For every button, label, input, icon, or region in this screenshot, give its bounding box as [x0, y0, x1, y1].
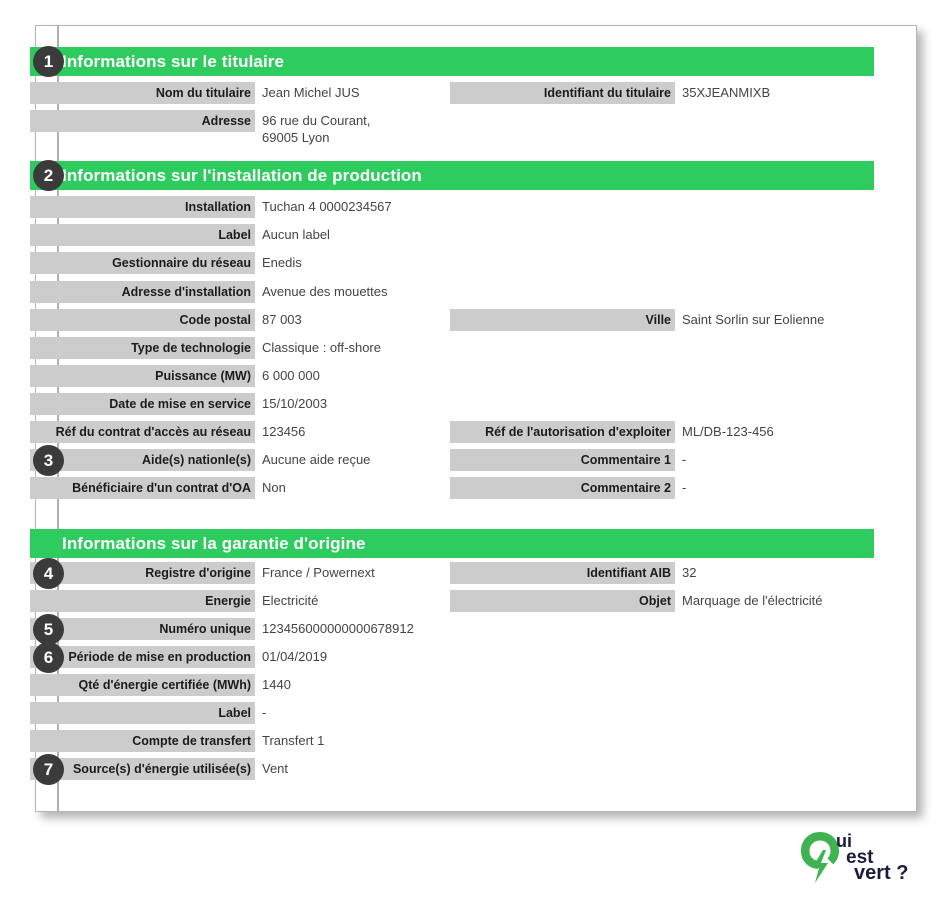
field-value-nom-du-titulaire: Jean Michel JUS: [262, 85, 360, 100]
field-label-type-de-technologie: Type de technologie: [30, 337, 255, 359]
field-value-commentaire-1: -: [682, 452, 687, 467]
field-row-numero-unique: Numéro unique 123456000000000678912: [30, 618, 450, 640]
field-value-label-installation: Aucun label: [262, 227, 330, 242]
field-label-label-installation: Label: [30, 224, 255, 246]
section-header-installation: Informations sur l'installation de produ…: [30, 161, 874, 190]
step-bullet-4: 4: [33, 558, 64, 589]
step-bullet-7: 7: [33, 754, 64, 785]
field-value-aides-nationales: Aucune aide reçue: [262, 452, 371, 467]
field-row-identifiant-du-titulaire: Identifiant du titulaire 35XJEANMIXB: [450, 82, 870, 104]
field-label-objet: Objet: [450, 590, 675, 612]
field-row-adresse-installation: Adresse d'installation Avenue des mouett…: [30, 281, 450, 303]
field-value-label-go: -: [262, 705, 267, 720]
field-row-code-postal: Code postal 87 003: [30, 309, 450, 331]
field-value-periode-mise-en-production: 01/04/2019: [262, 649, 328, 664]
field-value-adresse-installation: Avenue des mouettes: [262, 284, 388, 299]
field-label-ref-autorisation-exploiter: Réf de l'autorisation d'exploiter: [450, 421, 675, 443]
field-label-adresse: Adresse: [30, 110, 255, 132]
field-row-commentaire-1: Commentaire 1 -: [450, 449, 870, 471]
field-label-commentaire-2: Commentaire 2: [450, 477, 675, 499]
field-row-ref-autorisation-exploiter: Réf de l'autorisation d'exploiter ML/DB-…: [450, 421, 870, 443]
field-value-identifiant-du-titulaire: 35XJEANMIXB: [682, 85, 771, 100]
field-row-installation: Installation Tuchan 4 0000234567: [30, 196, 450, 218]
field-value-compte-de-transfert: Transfert 1: [262, 733, 325, 748]
field-label-ville: Ville: [450, 309, 675, 331]
field-value-code-postal: 87 003: [262, 312, 302, 327]
step-bullet-1: 1: [33, 46, 64, 77]
field-value-ref-autorisation-exploiter: ML/DB-123-456: [682, 424, 774, 439]
field-label-date-de-mise-en-service: Date de mise en service: [30, 393, 255, 415]
field-label-puissance: Puissance (MW): [30, 365, 255, 387]
step-bullet-5: 5: [33, 614, 64, 645]
field-row-label-installation: Label Aucun label: [30, 224, 450, 246]
section-header-titulaire: Informations sur le titulaire: [30, 47, 874, 76]
field-value-numero-unique: 123456000000000678912: [262, 621, 414, 636]
field-label-identifiant-du-titulaire: Identifiant du titulaire: [450, 82, 675, 104]
field-label-compte-de-transfert: Compte de transfert: [30, 730, 255, 752]
field-value-energie: Electricité: [262, 593, 319, 608]
field-row-puissance: Puissance (MW) 6 000 000: [30, 365, 450, 387]
section-header-garantie-origine: Informations sur la garantie d'origine: [30, 529, 874, 558]
field-row-label-go: Label -: [30, 702, 450, 724]
field-value-gestionnaire-du-reseau: Enedis: [262, 255, 302, 270]
field-label-commentaire-1: Commentaire 1: [450, 449, 675, 471]
field-label-adresse-installation: Adresse d'installation: [30, 281, 255, 303]
field-label-energie: Energie: [30, 590, 255, 612]
field-value-ville: Saint Sorlin sur Eolienne: [682, 312, 825, 327]
field-value-type-de-technologie: Classique : off-shore: [262, 340, 381, 355]
step-bullet-2: 2: [33, 160, 64, 191]
field-row-adresse: Adresse 96 rue du Courant, 69005 Lyon: [30, 110, 450, 145]
field-value-registre-origine: France / Powernext: [262, 565, 375, 580]
field-row-date-de-mise-en-service: Date de mise en service 15/10/2003: [30, 393, 450, 415]
document-content: 1 Informations sur le titulaire Nom du t…: [0, 0, 882, 787]
field-row-registre-origine: Registre d'origine France / Powernext: [30, 562, 450, 584]
field-value-date-de-mise-en-service: 15/10/2003: [262, 396, 328, 411]
field-row-commentaire-2: Commentaire 2 -: [450, 477, 870, 499]
field-row-periode-mise-en-production: Période de mise en production 01/04/2019: [30, 646, 450, 668]
logo-q-mark: [801, 832, 839, 883]
field-label-gestionnaire-du-reseau: Gestionnaire du réseau: [30, 252, 255, 274]
field-label-code-postal: Code postal: [30, 309, 255, 331]
field-row-energie: Energie Electricité: [30, 590, 450, 612]
field-label-installation: Installation: [30, 196, 255, 218]
field-row-ville: Ville Saint Sorlin sur Eolienne: [450, 309, 870, 331]
field-label-ref-contrat-acces-reseau: Réf du contrat d'accès au réseau: [30, 421, 255, 443]
field-row-compte-de-transfert: Compte de transfert Transfert 1: [30, 730, 450, 752]
field-value-qte-energie-certifiee: 1440: [262, 677, 291, 692]
field-row-gestionnaire-du-reseau: Gestionnaire du réseau Enedis: [30, 252, 450, 274]
field-label-identifiant-aib: Identifiant AIB: [450, 562, 675, 584]
field-row-qte-energie-certifiee: Qté d'énergie certifiée (MWh) 1440: [30, 674, 450, 696]
field-row-aides-nationales: Aide(s) nationle(s) Aucune aide reçue: [30, 449, 450, 471]
field-label-nom-du-titulaire: Nom du titulaire: [30, 82, 255, 104]
field-row-type-de-technologie: Type de technologie Classique : off-shor…: [30, 337, 450, 359]
field-label-qte-energie-certifiee: Qté d'énergie certifiée (MWh): [30, 674, 255, 696]
field-label-beneficiaire-contrat-oa: Bénéficiaire d'un contrat d'OA: [30, 477, 255, 499]
field-value-adresse: 96 rue du Courant, 69005 Lyon: [262, 113, 371, 145]
field-value-puissance: 6 000 000: [262, 368, 320, 383]
field-row-ref-contrat-acces-reseau: Réf du contrat d'accès au réseau 123456: [30, 421, 450, 443]
field-value-beneficiaire-contrat-oa: Non: [262, 480, 286, 495]
field-row-beneficiaire-contrat-oa: Bénéficiaire d'un contrat d'OA Non: [30, 477, 450, 499]
field-value-sources-energie-utilisees: Vent: [262, 761, 289, 776]
field-label-label-go: Label: [30, 702, 255, 724]
field-value-installation: Tuchan 4 0000234567: [262, 199, 392, 214]
field-value-commentaire-2: -: [682, 480, 687, 495]
field-row-nom-du-titulaire: Nom du titulaire Jean Michel JUS: [30, 82, 450, 104]
qui-est-vert-logo: ui est vert ?: [798, 828, 930, 886]
field-row-objet: Objet Marquage de l'électricité: [450, 590, 870, 612]
field-value-objet: Marquage de l'électricité: [682, 593, 823, 608]
field-value-identifiant-aib: 32: [682, 565, 697, 580]
step-bullet-6: 6: [33, 642, 64, 673]
logo-word-vert: vert ?: [854, 862, 908, 884]
field-value-ref-contrat-acces-reseau: 123456: [262, 424, 306, 439]
step-bullet-3: 3: [33, 445, 64, 476]
field-row-sources-energie-utilisees: Source(s) d'énergie utilisée(s) Vent: [30, 758, 450, 780]
field-row-identifiant-aib: Identifiant AIB 32: [450, 562, 870, 584]
